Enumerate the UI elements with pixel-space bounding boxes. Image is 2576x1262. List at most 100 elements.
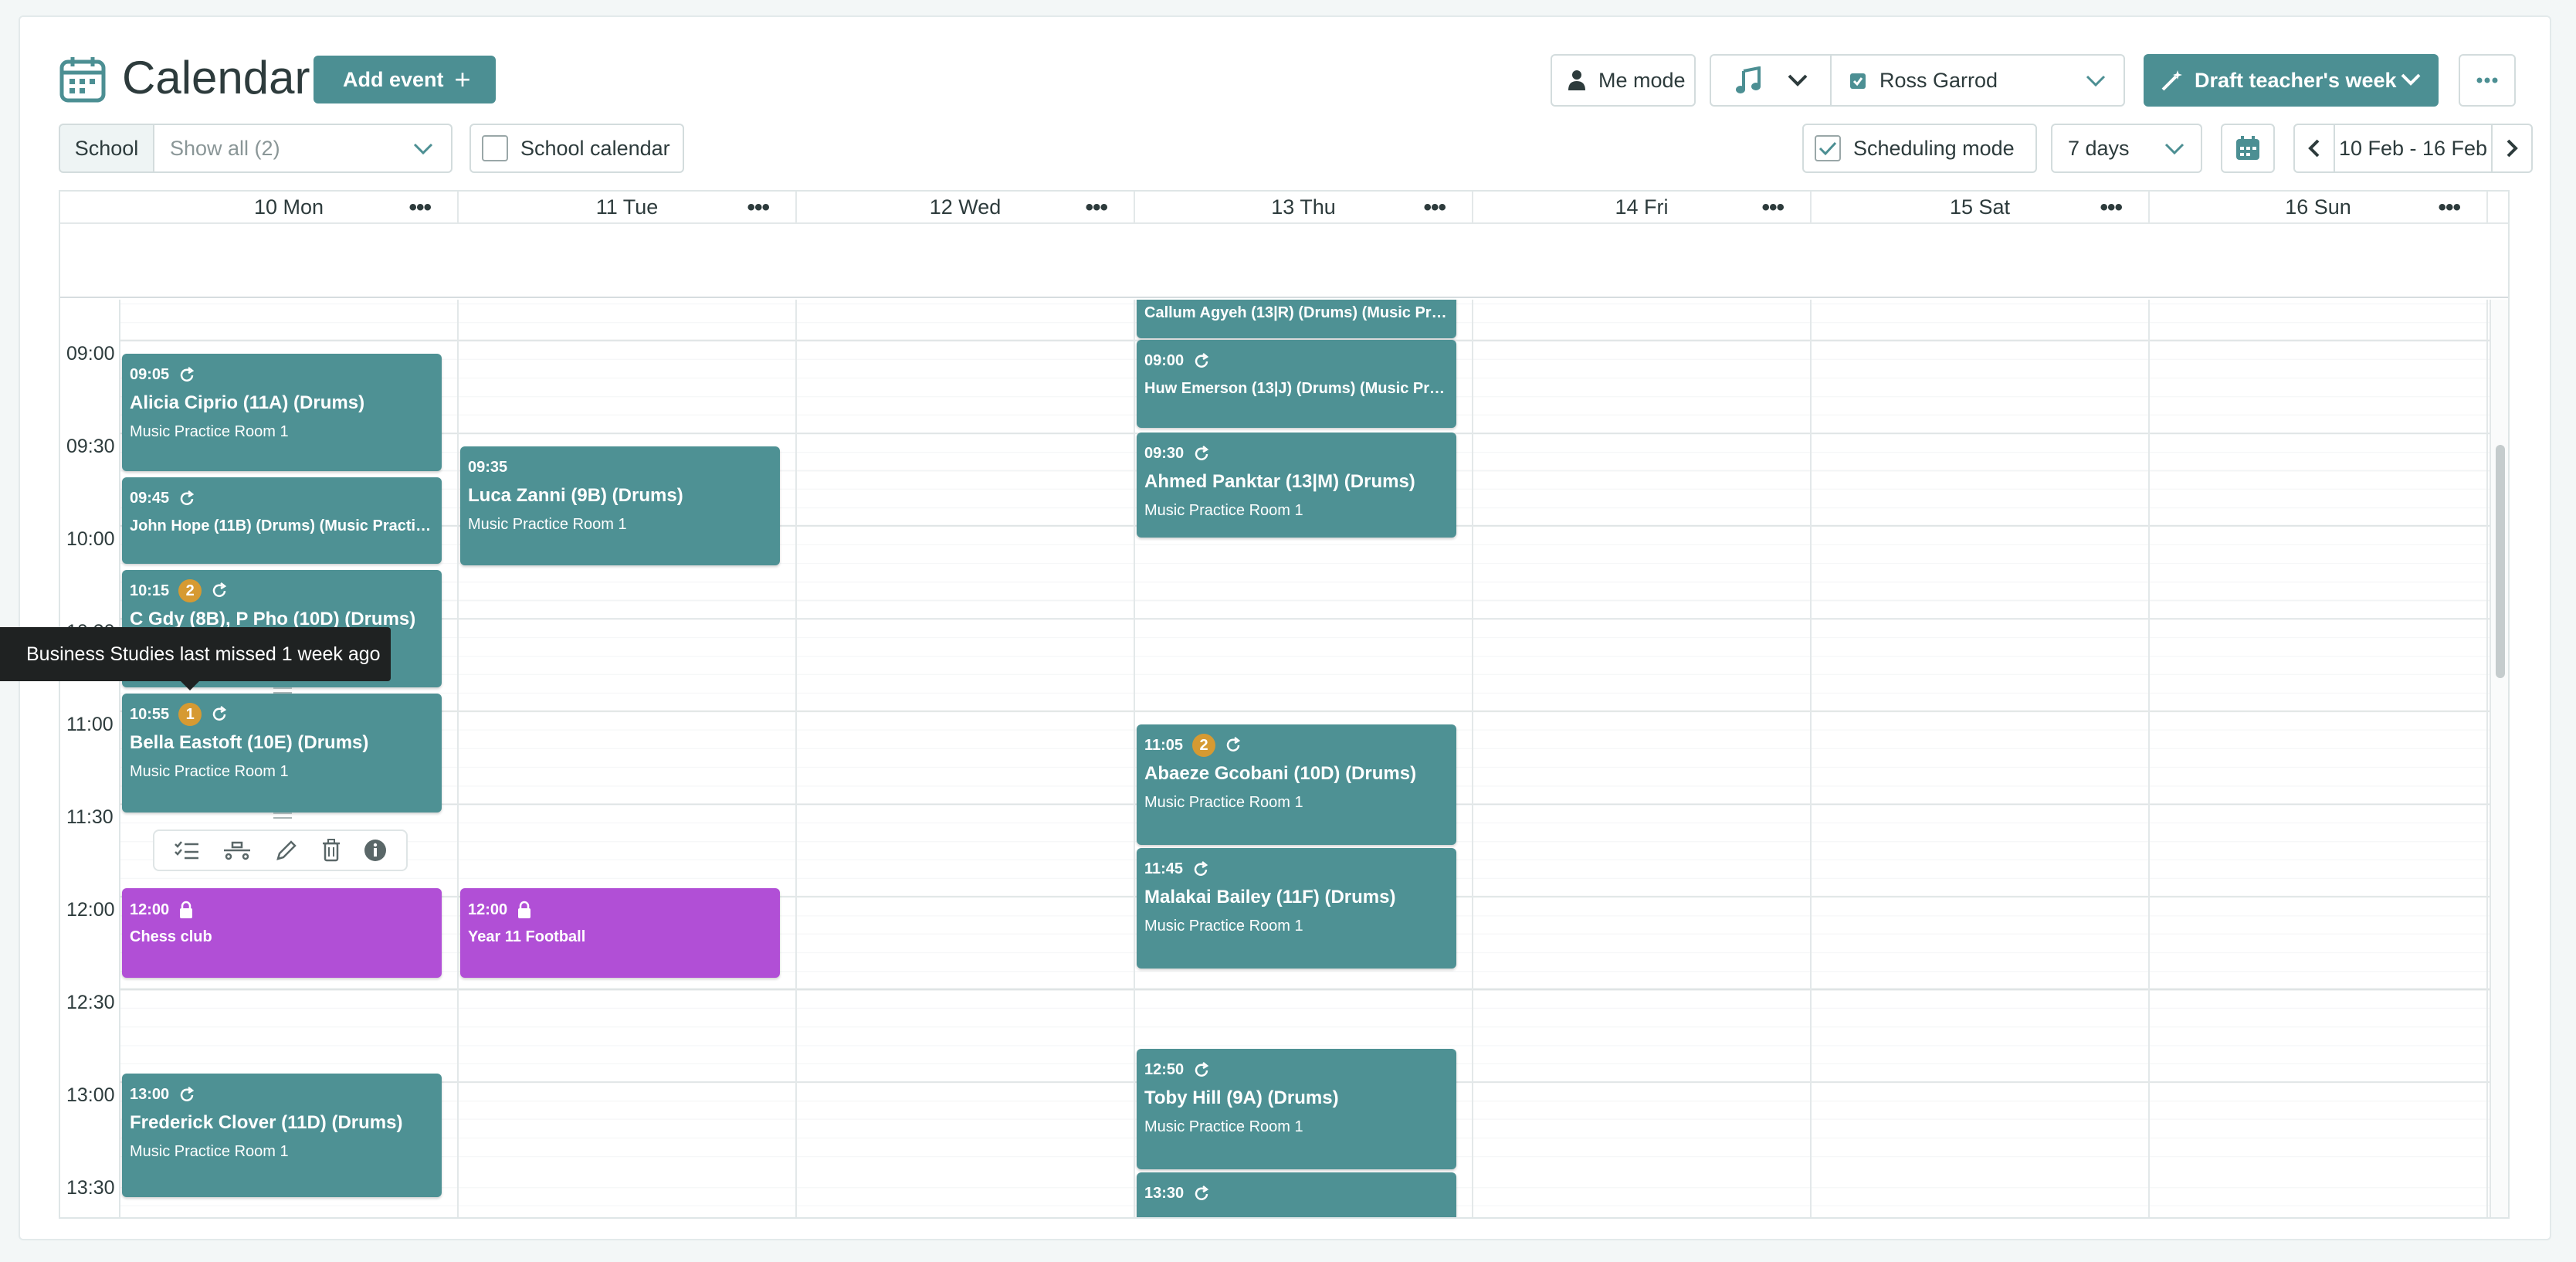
school-calendar-toggle[interactable]: School calendar (469, 124, 684, 173)
event-title: Toby Hill (9A) (Drums) (1144, 1087, 1339, 1108)
day-header-fri: 14 Fri ••• (1473, 192, 1812, 222)
event-card[interactable]: 12:50 Toby Hill (9A) (Drums) Music Pract… (1137, 1049, 1456, 1169)
event-card[interactable]: 10:55 1 Bella Eastoft (10E) (Drums) Music… (122, 694, 442, 812)
event-room: Music Practice Room 1 (130, 1143, 289, 1160)
event-time: 09:30 (1144, 445, 1185, 462)
school-calendar-checkbox[interactable] (482, 135, 508, 161)
day-label: 15 Sat (1949, 195, 2011, 219)
person-icon (1568, 70, 1586, 91)
chevron-down-icon (1787, 73, 1808, 87)
event-room: Music Practice Room 1 (468, 516, 627, 533)
ellipsis-icon[interactable]: ••• (1761, 195, 1784, 221)
ellipsis-icon[interactable]: ••• (1085, 195, 1107, 221)
day-header-thu: 13 Thu ••• (1135, 192, 1473, 222)
time-label: 12:00 (66, 899, 115, 921)
teacher-select[interactable]: Ross Garrod (1830, 54, 2125, 107)
add-event-button[interactable]: Add event + (314, 56, 496, 103)
split-icon[interactable] (222, 840, 252, 861)
tooltip-arrow (181, 681, 199, 690)
event-card[interactable]: 09:05 Alicia Ciprio (11A) (Drums) Music … (122, 354, 442, 471)
ellipsis-icon[interactable]: ••• (1423, 195, 1446, 221)
scrollbar-thumb[interactable] (2496, 445, 2505, 678)
range-value: 7 days (2068, 136, 2130, 160)
repeat-icon (211, 582, 228, 599)
date-range-display: 10 Feb - 16 Feb (2334, 124, 2493, 173)
ellipsis-icon[interactable]: ••• (408, 195, 431, 221)
event-room: Music Practice Room 1 (130, 763, 289, 780)
school-label: School (74, 136, 139, 160)
school-filter-label: School (59, 124, 154, 173)
me-mode-button[interactable]: Me mode (1551, 54, 1696, 107)
resize-handle[interactable] (273, 687, 292, 694)
event-card[interactable]: 11:45 Malakai Bailey (11F) (Drums) Music… (1137, 848, 1456, 969)
pencil-icon[interactable] (275, 839, 298, 862)
time-label: 11:00 (66, 714, 114, 735)
chevron-down-icon (412, 142, 434, 156)
school-select-value: Show all (2) (170, 136, 280, 160)
scheduling-mode-toggle[interactable]: Scheduling mode (1802, 124, 2037, 173)
event-card[interactable]: 12:00 Chess club (122, 888, 442, 978)
day-header-sun: 16 Sun ••• (2150, 192, 2488, 222)
event-card[interactable]: 12:00 Year 11 Football (460, 888, 780, 978)
ellipsis-icon[interactable]: ••• (2100, 195, 2122, 221)
event-card[interactable]: 09:45 John Hope (11B) (Drums) (Music Pra… (122, 477, 442, 564)
repeat-icon (1193, 445, 1210, 463)
info-icon[interactable] (364, 839, 387, 862)
trash-icon[interactable] (321, 839, 341, 862)
event-card[interactable]: 09:00 Huw Emerson (13|J) (Drums) (Music … (1137, 340, 1456, 428)
prev-week-button[interactable] (2293, 124, 2335, 173)
event-card[interactable]: 11:05 2 Abaeze Gcobani (10D) (Drums) Musi… (1137, 724, 1456, 845)
more-options-button[interactable] (2459, 54, 2516, 107)
day-header-wed: 12 Wed ••• (797, 192, 1135, 222)
scheduling-mode-checkbox[interactable] (1815, 135, 1841, 161)
event-card[interactable]: 09:35 Luca Zanni (9B) (Drums) Music Prac… (460, 446, 780, 565)
day-label: 10 Mon (253, 195, 324, 219)
scrollbar-track[interactable] (2490, 300, 2508, 1217)
calendar-icon (2235, 135, 2261, 161)
ellipsis-icon[interactable]: ••• (747, 195, 769, 221)
chevron-down-icon (2400, 73, 2422, 87)
event-card[interactable]: Callum Agyeh (13|R) (Drums) (Music Pract… (1137, 300, 1456, 338)
calendar-logo-icon (59, 56, 107, 103)
next-week-button[interactable] (2491, 124, 2533, 173)
event-title: Alicia Ciprio (11A) (Drums) (130, 392, 365, 413)
repeat-icon (178, 366, 195, 384)
school-calendar-label: School calendar (520, 136, 670, 160)
teacher-name: Ross Garrod (1879, 68, 1998, 92)
range-select[interactable]: 7 days (2051, 124, 2202, 173)
chevron-right-icon (2506, 138, 2518, 158)
event-title: Frederick Clover (11D) (Drums) (130, 1112, 403, 1133)
event-card[interactable]: 13:00 Frederick Clover (11D) (Drums) Mus… (122, 1074, 442, 1197)
instrument-dropdown[interactable] (1710, 54, 1832, 107)
time-label: 12:30 (66, 992, 115, 1013)
lock-icon (178, 901, 194, 919)
checklist-icon[interactable] (174, 840, 200, 860)
ellipsis-icon[interactable]: ••• (2438, 195, 2460, 221)
event-time: 13:00 (130, 1086, 170, 1103)
ellipsis-icon (2476, 77, 2498, 83)
page-title: Calendar (122, 52, 310, 103)
event-card[interactable]: 13:30 (1137, 1172, 1456, 1217)
repeat-icon (1192, 860, 1209, 878)
event-title: Year 11 Football (468, 928, 586, 945)
event-card[interactable]: 09:30 Ahmed Panktar (13|M) (Drums) Music… (1137, 433, 1456, 538)
event-title: Callum Agyeh (13|R) (Drums) (Music Pract… (1144, 304, 1452, 321)
repeat-icon (178, 490, 195, 507)
event-time: 11:05 (1144, 736, 1184, 754)
day-label: 14 Fri (1615, 195, 1669, 219)
day-header-tue: 11 Tue ••• (459, 192, 797, 222)
repeat-icon (178, 1086, 195, 1104)
date-picker-button[interactable] (2221, 124, 2275, 173)
event-title: John Hope (11B) (Drums) (Music Practice … (130, 517, 437, 534)
day-label: 12 Wed (929, 195, 1002, 219)
draft-week-button[interactable]: Draft teacher's week (2144, 54, 2439, 107)
resize-handle[interactable] (273, 812, 292, 819)
school-select[interactable]: Show all (2) (153, 124, 452, 173)
count-badge: 2 (1192, 734, 1216, 757)
time-label: 10:00 (66, 528, 115, 550)
event-time: 12:50 (1144, 1061, 1185, 1078)
day-header-row: 10 Mon ••• 11 Tue ••• 12 Wed ••• 13 Thu ••• … (60, 192, 2508, 222)
event-time: 12:00 (130, 901, 170, 918)
event-time: 11:45 (1144, 860, 1184, 877)
event-time: 10:15 (130, 582, 170, 599)
